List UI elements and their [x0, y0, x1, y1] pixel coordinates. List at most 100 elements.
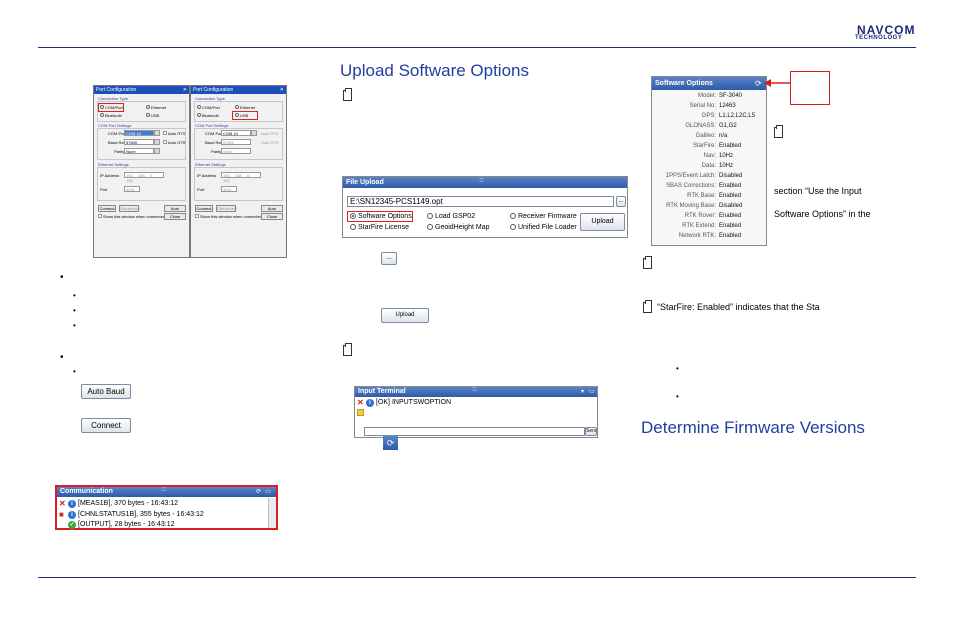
radio-receiver-firmware[interactable]: Receiver Firmware	[510, 213, 577, 220]
label-auto-rts: Auto RTS	[168, 131, 186, 136]
radio-ethernet[interactable]	[146, 105, 150, 109]
heading-upload-software-options: Upload Software Options	[340, 61, 529, 80]
clear-icon[interactable]: ✕	[357, 399, 365, 407]
note-icon	[343, 88, 352, 101]
clear-icon[interactable]: ✕	[59, 500, 67, 508]
communication-title-bar: Communication	[57, 487, 276, 497]
disconnect-button[interactable]: Disconnect	[119, 205, 140, 212]
chevron-down-icon[interactable]	[154, 139, 160, 145]
connect-button[interactable]: Connect	[195, 205, 213, 212]
radio-unified-file-loader[interactable]: Unified File Loader	[510, 224, 577, 231]
radio-usb[interactable]	[146, 113, 150, 117]
drag-grip-icon[interactable]: ::::::	[479, 178, 484, 184]
radio-com-port[interactable]	[197, 105, 201, 109]
option-label: RTK Moving Base:	[666, 203, 716, 209]
input-ip-address[interactable]: 192. 168. 0. 100	[221, 172, 261, 183]
auto-baud-button[interactable]: Auto Baud	[81, 384, 131, 399]
option-value: 10Hz	[719, 153, 734, 159]
label-auto-dtr: Auto DTR	[261, 140, 279, 145]
option-label: RTK Base:	[687, 193, 716, 199]
upload-button-small[interactable]: Upload	[381, 308, 429, 323]
radio-starfire-license[interactable]: StarFire License	[350, 224, 409, 231]
note-icon	[643, 256, 652, 269]
input-port[interactable]: 4001	[221, 186, 237, 192]
option-value: Enabled	[719, 223, 742, 229]
note-icon	[343, 343, 352, 356]
command-input[interactable]	[364, 427, 585, 436]
input-ip-address[interactable]: 192. 168. 0. 100	[124, 172, 164, 183]
callout-box	[790, 71, 830, 105]
radio-bluetooth[interactable]	[197, 113, 201, 117]
close-button[interactable]: Close	[261, 213, 283, 220]
radio-usb[interactable]	[235, 113, 239, 117]
close-button[interactable]: Close	[164, 213, 186, 220]
radio-geoid-height-map[interactable]: GeoidHeight Map	[427, 224, 489, 231]
upload-button[interactable]: Upload	[580, 213, 625, 231]
note-icon	[774, 125, 783, 138]
note-icon	[643, 300, 652, 313]
minimize-icon[interactable]: ▭	[589, 388, 595, 395]
input-terminal-panel: Input Terminal :::::: ▾ ▭ ✕ i [OK] INPUT…	[354, 386, 598, 438]
auto-detect-button[interactable]: Auto Detect	[261, 205, 283, 217]
select-baud-rate[interactable]: 57600	[221, 139, 251, 145]
drag-grip-icon[interactable]: ::::::	[161, 487, 166, 493]
label-ethernet: Ethernet	[151, 105, 167, 110]
label-show-window: Show this window when connected	[200, 214, 263, 219]
refresh-icon[interactable]: ⟳	[383, 436, 398, 450]
radio-load-gsp02[interactable]: Load GSP02	[427, 213, 475, 220]
close-icon[interactable]: ✕	[280, 86, 284, 94]
checkbox-show-window[interactable]	[195, 214, 199, 218]
checkbox-auto-dtr[interactable]	[163, 140, 167, 144]
browse-button[interactable]: ...	[616, 196, 626, 207]
port-config-dialog-2: Port Configuration ✕ Connection Type COM…	[190, 85, 287, 258]
chevron-down-icon[interactable]	[154, 130, 160, 136]
footer-rule	[38, 577, 916, 578]
option-value: Disabled	[719, 173, 743, 179]
close-icon[interactable]: ✕	[183, 86, 187, 94]
bullet-dot: •	[676, 392, 679, 401]
drag-grip-icon[interactable]: ::::::	[472, 387, 477, 393]
option-value: Enabled	[719, 143, 742, 149]
select-com-port[interactable]: COM 10	[221, 130, 251, 136]
refresh-icon[interactable]: ⟳	[755, 79, 762, 88]
refresh-icon[interactable]: ⟳	[256, 488, 261, 495]
radio-ethernet[interactable]	[235, 105, 239, 109]
select-baud-rate[interactable]: 57600	[124, 139, 154, 145]
info-icon: i	[68, 511, 76, 519]
chevron-down-icon[interactable]	[251, 130, 257, 136]
chevron-down-icon[interactable]	[154, 148, 160, 154]
radio-bluetooth[interactable]	[100, 113, 104, 117]
folder-icon[interactable]	[357, 409, 364, 416]
file-path-input[interactable]: E:\SN12345-PCS1149.opt	[347, 196, 614, 207]
input-port[interactable]: 4001	[124, 186, 140, 192]
radio-software-options[interactable]: Software Options	[350, 213, 412, 220]
option-value: SF-3040	[719, 93, 743, 99]
option-value: Enabled	[719, 183, 742, 189]
terminal-line: [OK] INPUTSWOPTION	[376, 399, 452, 406]
label-auto-rts: Auto RTS	[261, 131, 279, 136]
disconnect-button[interactable]: Disconnect	[216, 205, 237, 212]
minimize-icon[interactable]: ▭	[265, 488, 271, 495]
select-parity[interactable]: None	[221, 148, 251, 154]
checkbox-show-window[interactable]	[98, 214, 102, 218]
select-com-port[interactable]: COM 10	[124, 130, 154, 136]
connect-button-large[interactable]: Connect	[81, 418, 131, 433]
option-label: Serial No:	[689, 103, 716, 109]
option-label: Data:	[701, 163, 716, 169]
list-item: [OUTPUT], 28 bytes - 16:43:12	[78, 521, 175, 528]
stop-icon[interactable]: ■	[59, 511, 67, 519]
chevron-down-icon[interactable]: ▾	[581, 388, 584, 395]
option-label: Galileo:	[695, 133, 716, 139]
connect-button[interactable]: Connect	[98, 205, 116, 212]
checkbox-auto-rts[interactable]	[163, 131, 167, 135]
file-upload-title-bar: File Upload	[343, 177, 627, 188]
select-parity[interactable]: None	[124, 148, 154, 154]
radio-com-port[interactable]	[100, 105, 104, 109]
label-parity: Parity	[114, 149, 125, 154]
label-port: Port	[197, 187, 205, 192]
scrollbar[interactable]	[268, 498, 276, 528]
send-button[interactable]: Send	[585, 427, 597, 436]
option-value: Enabled	[719, 213, 742, 219]
auto-detect-button[interactable]: Auto Detect	[164, 205, 186, 217]
browse-button-small[interactable]: ...	[381, 252, 397, 265]
